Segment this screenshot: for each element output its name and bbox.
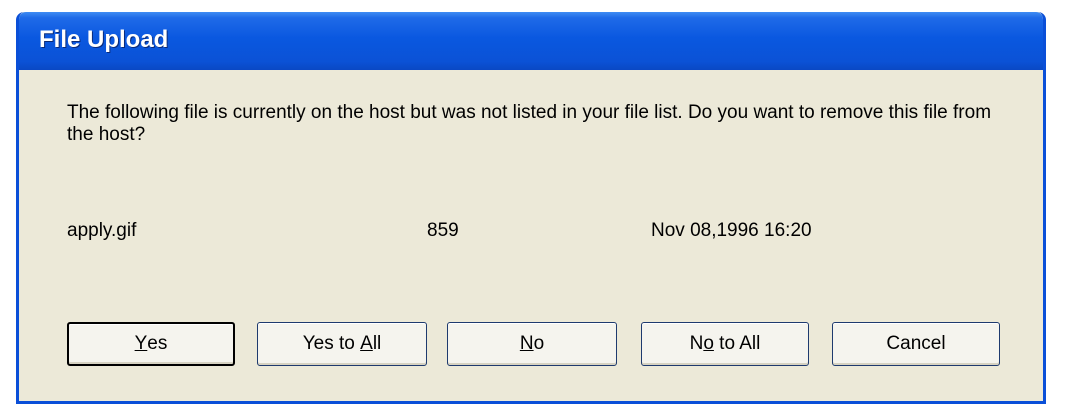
no-button-accelerator: N (519, 333, 534, 354)
no-to-all-accelerator: o (703, 333, 714, 354)
yes-to-all-button[interactable]: Yes to All (257, 322, 427, 366)
no-to-all-label-pre: N (689, 333, 704, 354)
yes-button-label-post: es (147, 333, 168, 354)
yes-to-all-accelerator: A (360, 333, 373, 354)
yes-to-all-label-pre: Yes to (302, 333, 361, 354)
no-to-all-label-post: to All (713, 333, 761, 354)
yes-to-all-label-post: ll (372, 333, 382, 354)
file-upload-dialog: File Upload The following file is curren… (16, 12, 1046, 404)
file-date: Nov 08,1996 16:20 (651, 220, 812, 241)
dialog-body: The following file is currently on the h… (19, 70, 1043, 401)
no-to-all-button[interactable]: No to All (641, 322, 809, 366)
dialog-message: The following file is currently on the h… (67, 102, 992, 145)
title-bar[interactable]: File Upload (19, 12, 1043, 70)
yes-button[interactable]: Yes (67, 322, 235, 366)
no-button[interactable]: No (447, 322, 617, 366)
dialog-title: File Upload (39, 26, 169, 53)
cancel-button-label: Cancel (886, 333, 946, 354)
file-size: 859 (427, 220, 459, 241)
yes-button-accelerator: Y (134, 333, 148, 354)
no-button-label-post: o (533, 333, 545, 354)
file-name: apply.gif (67, 220, 137, 241)
cancel-button[interactable]: Cancel (832, 322, 1000, 366)
